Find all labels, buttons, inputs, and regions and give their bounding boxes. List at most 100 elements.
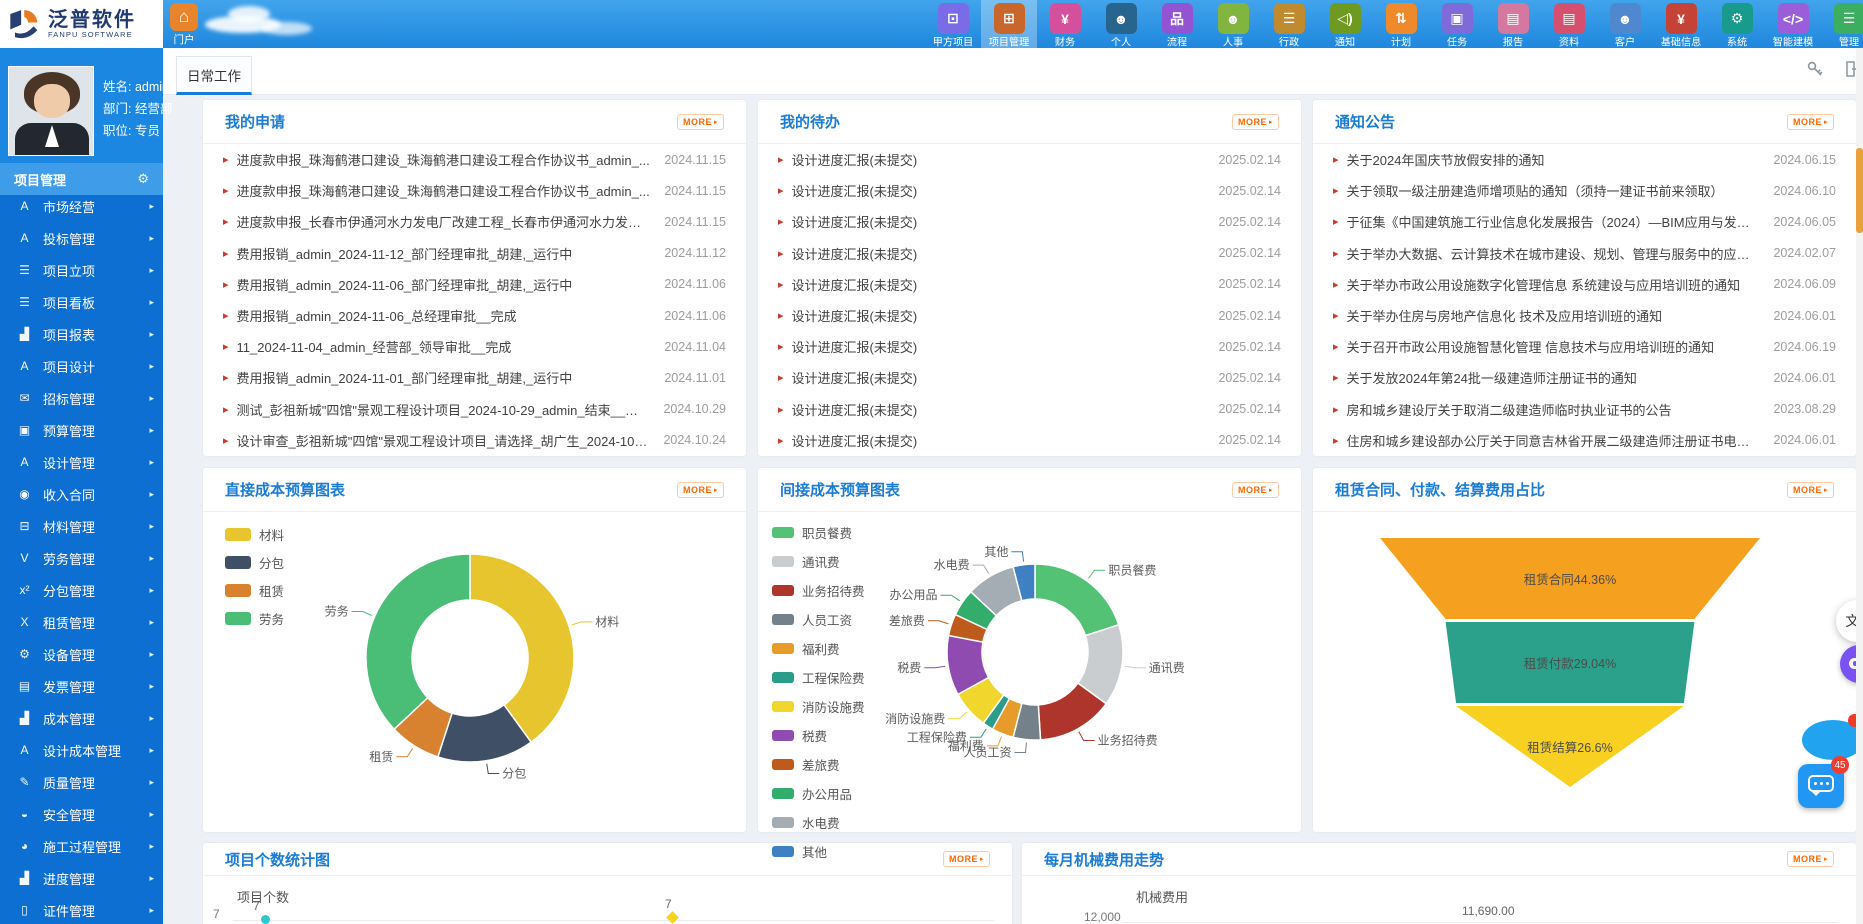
list-item[interactable]: ▸设计进度汇报(未提交)2025.02.14 <box>778 269 1281 300</box>
list-item[interactable]: ▸进度款申报_珠海鹤港口建设_珠海鹤港口建设工程合作协议书_admin_...2… <box>223 144 726 175</box>
list-item[interactable]: ▸设计审查_彭祖新城"四馆"景观工程设计项目_请选择_胡广生_2024-10-2… <box>223 425 726 456</box>
list-item[interactable]: ▸关于发放2024年第24批一级建造师注册证书的通知2024.06.01 <box>1333 362 1836 393</box>
more-button[interactable]: MORE▸ <box>677 114 724 130</box>
list-item[interactable]: ▸费用报销_admin_2024-11-06_总经理审批__完成2024.11.… <box>223 300 726 331</box>
list-item[interactable]: ▸进度款申报_长春市伊通河水力发电厂改建工程_长春市伊通河水力发电...2024… <box>223 206 726 237</box>
sidebar-item-证件管理[interactable]: ▯证件管理▸ <box>0 894 163 924</box>
list-item[interactable]: ▸设计进度汇报(未提交)2025.02.14 <box>778 300 1281 331</box>
nav-item-通知[interactable]: ◁)通知 <box>1317 0 1373 48</box>
list-item[interactable]: ▸房和城乡建设厅关于取消二级建造师临时执业证书的公告2023.08.29 <box>1333 394 1836 425</box>
legend-item-通讯费[interactable]: 通讯费 <box>772 552 865 571</box>
list-item[interactable]: ▸设计进度汇报(未提交)2025.02.14 <box>778 425 1281 456</box>
legend-item-工程保险费[interactable]: 工程保险费 <box>772 668 865 687</box>
scrollbar[interactable] <box>1856 48 1863 924</box>
list-item[interactable]: ▸设计进度汇报(未提交)2025.02.14 <box>778 175 1281 206</box>
legend-item-其他[interactable]: 其他 <box>772 842 865 861</box>
sidebar-item-招标管理[interactable]: ✉招标管理▸ <box>0 382 163 414</box>
sidebar-item-发票管理[interactable]: ▤发票管理▸ <box>0 670 163 702</box>
sidebar-item-项目设计[interactable]: A项目设计▸ <box>0 350 163 382</box>
list-item[interactable]: ▸费用报销_admin_2024-11-12_部门经理审批_胡建,_运行中202… <box>223 238 726 269</box>
more-button[interactable]: MORE▸ <box>677 482 724 498</box>
sidebar-item-收入合同[interactable]: ◉收入合同▸ <box>0 478 163 510</box>
legend-item-福利费[interactable]: 福利费 <box>772 639 865 658</box>
sidebar-item-进度管理[interactable]: ▟进度管理▸ <box>0 862 163 894</box>
logo[interactable]: 泛普软件 FANPU SOFTWARE <box>0 0 163 48</box>
nav-item-基础信息[interactable]: ¥基础信息 <box>1653 0 1709 48</box>
list-item[interactable]: ▸费用报销_admin_2024-11-06_部门经理审批_胡建,_运行中202… <box>223 269 726 300</box>
sidebar-item-成本管理[interactable]: ▟成本管理▸ <box>0 702 163 734</box>
list-item[interactable]: ▸费用报销_admin_2024-11-01_部门经理审批_胡建,_运行中202… <box>223 362 726 393</box>
list-item[interactable]: ▸设计进度汇报(未提交)2025.02.14 <box>778 238 1281 269</box>
sidebar-item-市场经营[interactable]: A市场经营▸ <box>0 190 163 222</box>
list-item[interactable]: ▸设计进度汇报(未提交)2025.02.14 <box>778 362 1281 393</box>
nav-item-报告[interactable]: ▤报告 <box>1485 0 1541 48</box>
nav-item-资料[interactable]: ▤资料 <box>1541 0 1597 48</box>
list-item[interactable]: ▸于征集《中国建筑施工行业信息化发展报告（2024）—BIM应用与发展》材料..… <box>1333 206 1836 237</box>
more-button[interactable]: MORE▸ <box>1787 114 1834 130</box>
notification-blob-button[interactable] <box>1802 720 1863 760</box>
sidebar-item-安全管理[interactable]: ◒安全管理▸ <box>0 798 163 830</box>
list-item[interactable]: ▸住房和城乡建设部办公厅关于同意吉林省开展二级建造师注册证书电子化试点...20… <box>1333 425 1836 456</box>
nav-item-portal[interactable]: ⌂ 门户 <box>167 2 201 47</box>
pie-slice-劳务[interactable] <box>366 554 470 729</box>
list-item[interactable]: ▸测试_彭祖新城"四馆"景观工程设计项目_2024-10-29_admin_结束… <box>223 394 726 425</box>
nav-item-系统[interactable]: ⚙系统 <box>1709 0 1765 48</box>
list-item[interactable]: ▸进度款申报_珠海鹤港口建设_珠海鹤港口建设工程合作协议书_admin_...2… <box>223 175 726 206</box>
sidebar-item-预算管理[interactable]: ▣预算管理▸ <box>0 414 163 446</box>
key-icon[interactable] <box>1806 60 1824 78</box>
legend-item-消防设施费[interactable]: 消防设施费 <box>772 697 865 716</box>
list-item[interactable]: ▸设计进度汇报(未提交)2025.02.14 <box>778 206 1281 237</box>
legend-item-差旅费[interactable]: 差旅费 <box>772 755 865 774</box>
nav-item-项目管理[interactable]: ⊞项目管理 <box>981 0 1037 48</box>
tab-daily-work[interactable]: 日常工作 <box>176 56 252 95</box>
list-item[interactable]: ▸关于领取一级注册建造师增项贴的通知（须持一建证书前来领取）2024.06.10 <box>1333 175 1836 206</box>
pie-slice-职员餐费[interactable] <box>1035 564 1119 636</box>
sidebar-item-项目看板[interactable]: ☰项目看板▸ <box>0 286 163 318</box>
more-button[interactable]: MORE▸ <box>1232 114 1279 130</box>
list-item[interactable]: ▸11_2024-11-04_admin_经营部_领导审批__完成2024.11… <box>223 331 726 362</box>
legend-item-分包[interactable]: 分包 <box>225 553 284 572</box>
sidebar-item-设计管理[interactable]: A设计管理▸ <box>0 446 163 478</box>
nav-item-人事[interactable]: ☻人事 <box>1205 0 1261 48</box>
legend-item-办公用品[interactable]: 办公用品 <box>772 784 865 803</box>
nav-item-客户[interactable]: ☻客户 <box>1597 0 1653 48</box>
legend-item-职员餐费[interactable]: 职员餐费 <box>772 523 865 542</box>
list-item[interactable]: ▸设计进度汇报(未提交)2025.02.14 <box>778 394 1281 425</box>
list-item[interactable]: ▸设计进度汇报(未提交)2025.02.14 <box>778 331 1281 362</box>
legend-item-材料[interactable]: 材料 <box>225 525 284 544</box>
sidebar-item-项目报表[interactable]: ▟项目报表▸ <box>0 318 163 350</box>
nav-item-管理[interactable]: ☰管理 <box>1821 0 1863 48</box>
scrollbar-thumb[interactable] <box>1856 148 1863 233</box>
list-item[interactable]: ▸关于2024年国庆节放假安排的通知2024.06.15 <box>1333 144 1836 175</box>
sidebar-item-材料管理[interactable]: ⊟材料管理▸ <box>0 510 163 542</box>
sidebar-item-投标管理[interactable]: A投标管理▸ <box>0 222 163 254</box>
legend-item-水电费[interactable]: 水电费 <box>772 813 865 832</box>
legend-item-租赁[interactable]: 租赁 <box>225 581 284 600</box>
nav-item-智能建模[interactable]: </>智能建模 <box>1765 0 1821 48</box>
gear-icon[interactable]: ⚙ <box>137 171 149 187</box>
more-button[interactable]: MORE▸ <box>1787 482 1834 498</box>
sidebar-item-项目立项[interactable]: ☰项目立项▸ <box>0 254 163 286</box>
more-button[interactable]: MORE▸ <box>1232 482 1279 498</box>
list-item[interactable]: ▸关于举办大数据、云计算技术在城市建设、规划、管理与服务中的应用培训班...20… <box>1333 238 1836 269</box>
list-item[interactable]: ▸关于举办市政公用设施数字化管理信息 系统建设与应用培训班的通知2024.06.… <box>1333 269 1836 300</box>
nav-item-计划[interactable]: ⇅计划 <box>1373 0 1429 48</box>
sidebar-item-劳务管理[interactable]: V劳务管理▸ <box>0 542 163 574</box>
sidebar-item-设计成本管理[interactable]: A设计成本管理▸ <box>0 734 163 766</box>
more-button[interactable]: MORE▸ <box>943 851 990 867</box>
list-item[interactable]: ▸关于召开市政公用设施智慧化管理 信息技术与应用培训班的通知2024.06.19 <box>1333 331 1836 362</box>
sidebar-item-租赁管理[interactable]: X租赁管理▸ <box>0 606 163 638</box>
nav-item-个人[interactable]: ☻个人 <box>1093 0 1149 48</box>
nav-item-行政[interactable]: ☰行政 <box>1261 0 1317 48</box>
more-button[interactable]: MORE▸ <box>1787 851 1834 867</box>
nav-item-财务[interactable]: ¥财务 <box>1037 0 1093 48</box>
legend-item-劳务[interactable]: 劳务 <box>225 609 284 628</box>
list-item[interactable]: ▸设计进度汇报(未提交)2025.02.14 <box>778 144 1281 175</box>
legend-item-税费[interactable]: 税费 <box>772 726 865 745</box>
list-item[interactable]: ▸关于举办住房与房地产信息化 技术及应用培训班的通知2024.06.01 <box>1333 300 1836 331</box>
sidebar-item-分包管理[interactable]: x²分包管理▸ <box>0 574 163 606</box>
sidebar-item-施工过程管理[interactable]: ◕施工过程管理▸ <box>0 830 163 862</box>
legend-item-人员工资[interactable]: 人员工资 <box>772 610 865 629</box>
nav-item-甲方项目[interactable]: ⊡甲方项目 <box>925 0 981 48</box>
sidebar-item-质量管理[interactable]: ✎质量管理▸ <box>0 766 163 798</box>
